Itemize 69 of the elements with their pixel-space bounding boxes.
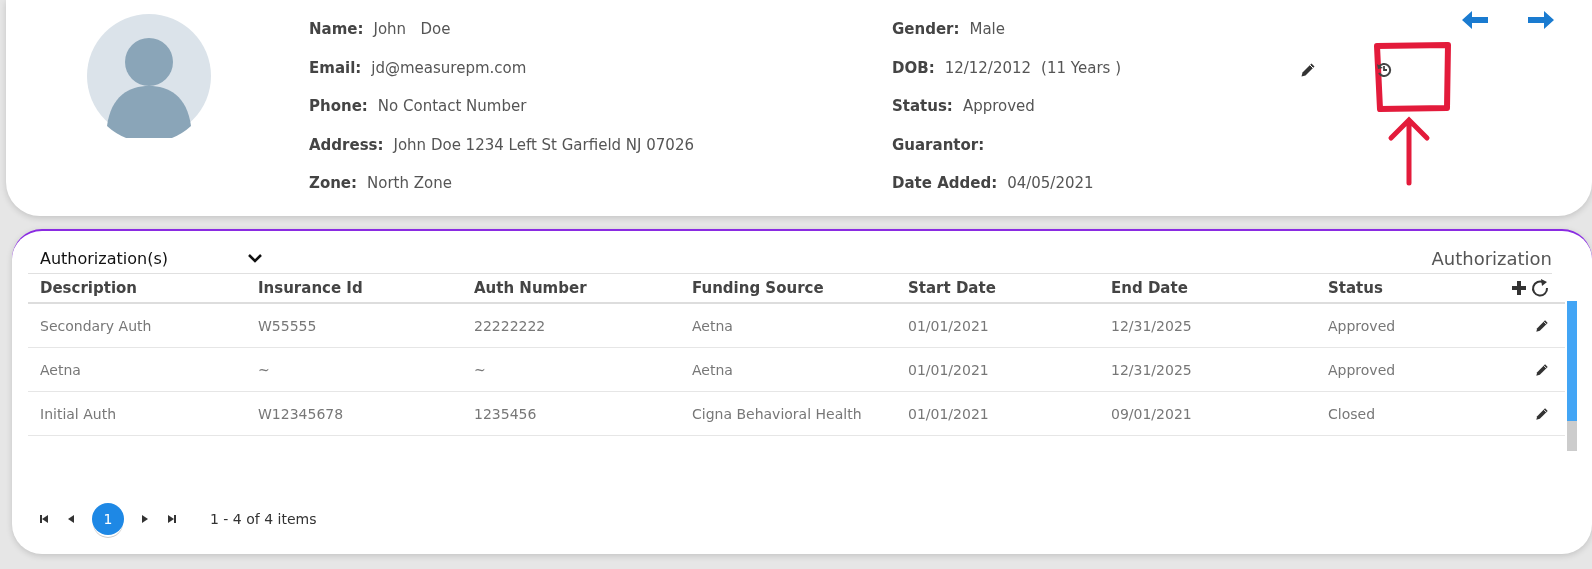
field-value: No Contact Number — [377, 97, 527, 115]
last-page-icon[interactable] — [166, 514, 176, 524]
field-label: Phone: — [309, 97, 368, 115]
table-cell-text: 1235456 — [473, 405, 538, 422]
field-label: Date Added: — [892, 174, 998, 192]
field-label: Name: — [309, 20, 364, 38]
column-header: Insurance Id — [257, 279, 364, 297]
field-value: 12/12/2012 — [944, 58, 1032, 77]
edit-icon[interactable] — [1535, 406, 1549, 421]
avatar-icon — [87, 14, 211, 138]
field-label: DOB: — [892, 58, 935, 77]
age-note: (11 Years ) — [1041, 58, 1121, 77]
first-page-icon[interactable] — [40, 514, 50, 524]
table-cell-text: Initial Auth — [39, 405, 117, 422]
add-icon[interactable] — [1511, 280, 1527, 296]
pager-summary: 1 - 4 of 4 items — [210, 511, 317, 527]
refresh-icon[interactable] — [1531, 279, 1549, 297]
column-header: Funding Source — [691, 279, 825, 297]
table-cell-text: Aetna — [691, 317, 734, 334]
field-label: Guarantor: — [892, 135, 985, 154]
table-cell-text: Secondary Auth — [39, 317, 153, 334]
field-label: Zone: — [309, 174, 358, 192]
column-header: End Date — [1110, 279, 1189, 297]
table-cell-text: 12/31/2025 — [1110, 317, 1193, 334]
table-cell-text: 12/31/2025 — [1110, 361, 1193, 378]
forward-arrow-icon[interactable] — [1528, 10, 1554, 30]
table-cell-text: ~ — [473, 361, 487, 378]
table-cell-text: W55555 — [257, 317, 318, 334]
table-cell-text: Approved — [1327, 361, 1397, 378]
field-label: Gender: — [892, 20, 960, 38]
table-cell-text: W12345678 — [257, 405, 345, 422]
field-value: jd@measurepm.com — [371, 58, 527, 77]
field-label: Status: — [892, 97, 953, 115]
back-arrow-icon[interactable] — [1462, 10, 1488, 30]
next-page-icon[interactable] — [140, 514, 150, 524]
table-cell-text: Aetna — [39, 361, 82, 378]
scrollbar-thumb[interactable] — [1567, 301, 1577, 421]
field-label: Address: — [309, 135, 384, 154]
history-icon[interactable] — [1376, 62, 1392, 78]
section-title: Authorization — [1431, 247, 1552, 269]
authorization-dropdown[interactable]: Authorization(s) — [28, 247, 268, 269]
field-value: Male — [969, 20, 1005, 38]
scrollbar[interactable] — [1567, 301, 1577, 451]
table-cell-text: ~ — [257, 361, 271, 378]
field-label: Email: — [309, 58, 362, 77]
table-cell-text: Closed — [1327, 405, 1377, 422]
table-cell-text: 01/01/2021 — [907, 361, 990, 378]
edit-icon[interactable] — [1535, 362, 1549, 377]
field-value: John Doe — [373, 20, 451, 38]
table-cell-text: 01/01/2021 — [907, 405, 990, 422]
previous-page-icon[interactable] — [66, 514, 76, 524]
edit-icon[interactable] — [1300, 62, 1316, 78]
column-header: Start Date — [907, 279, 997, 297]
table-cell-text: 09/01/2021 — [1110, 405, 1193, 422]
page-button[interactable]: 1 — [92, 503, 124, 535]
table-cell-text: 22222222 — [473, 317, 547, 334]
edit-icon[interactable] — [1535, 318, 1549, 333]
column-header: Auth Number — [473, 279, 588, 297]
field-value: 04/05/2021 — [1007, 174, 1094, 192]
table-cell-text: Approved — [1327, 317, 1397, 334]
field-value: North Zone — [367, 174, 452, 192]
table-cell-text: 01/01/2021 — [907, 317, 990, 334]
column-header: Status — [1327, 279, 1384, 297]
chevron-down-icon — [248, 253, 262, 263]
table-cell-text: Aetna — [691, 361, 734, 378]
field-value: Approved — [962, 97, 1035, 115]
field-value: John Doe 1234 Left St Garfield NJ 07026 — [393, 135, 694, 154]
table-cell-text: Cigna Behavioral Health — [691, 405, 863, 422]
column-header: Description — [39, 279, 139, 297]
